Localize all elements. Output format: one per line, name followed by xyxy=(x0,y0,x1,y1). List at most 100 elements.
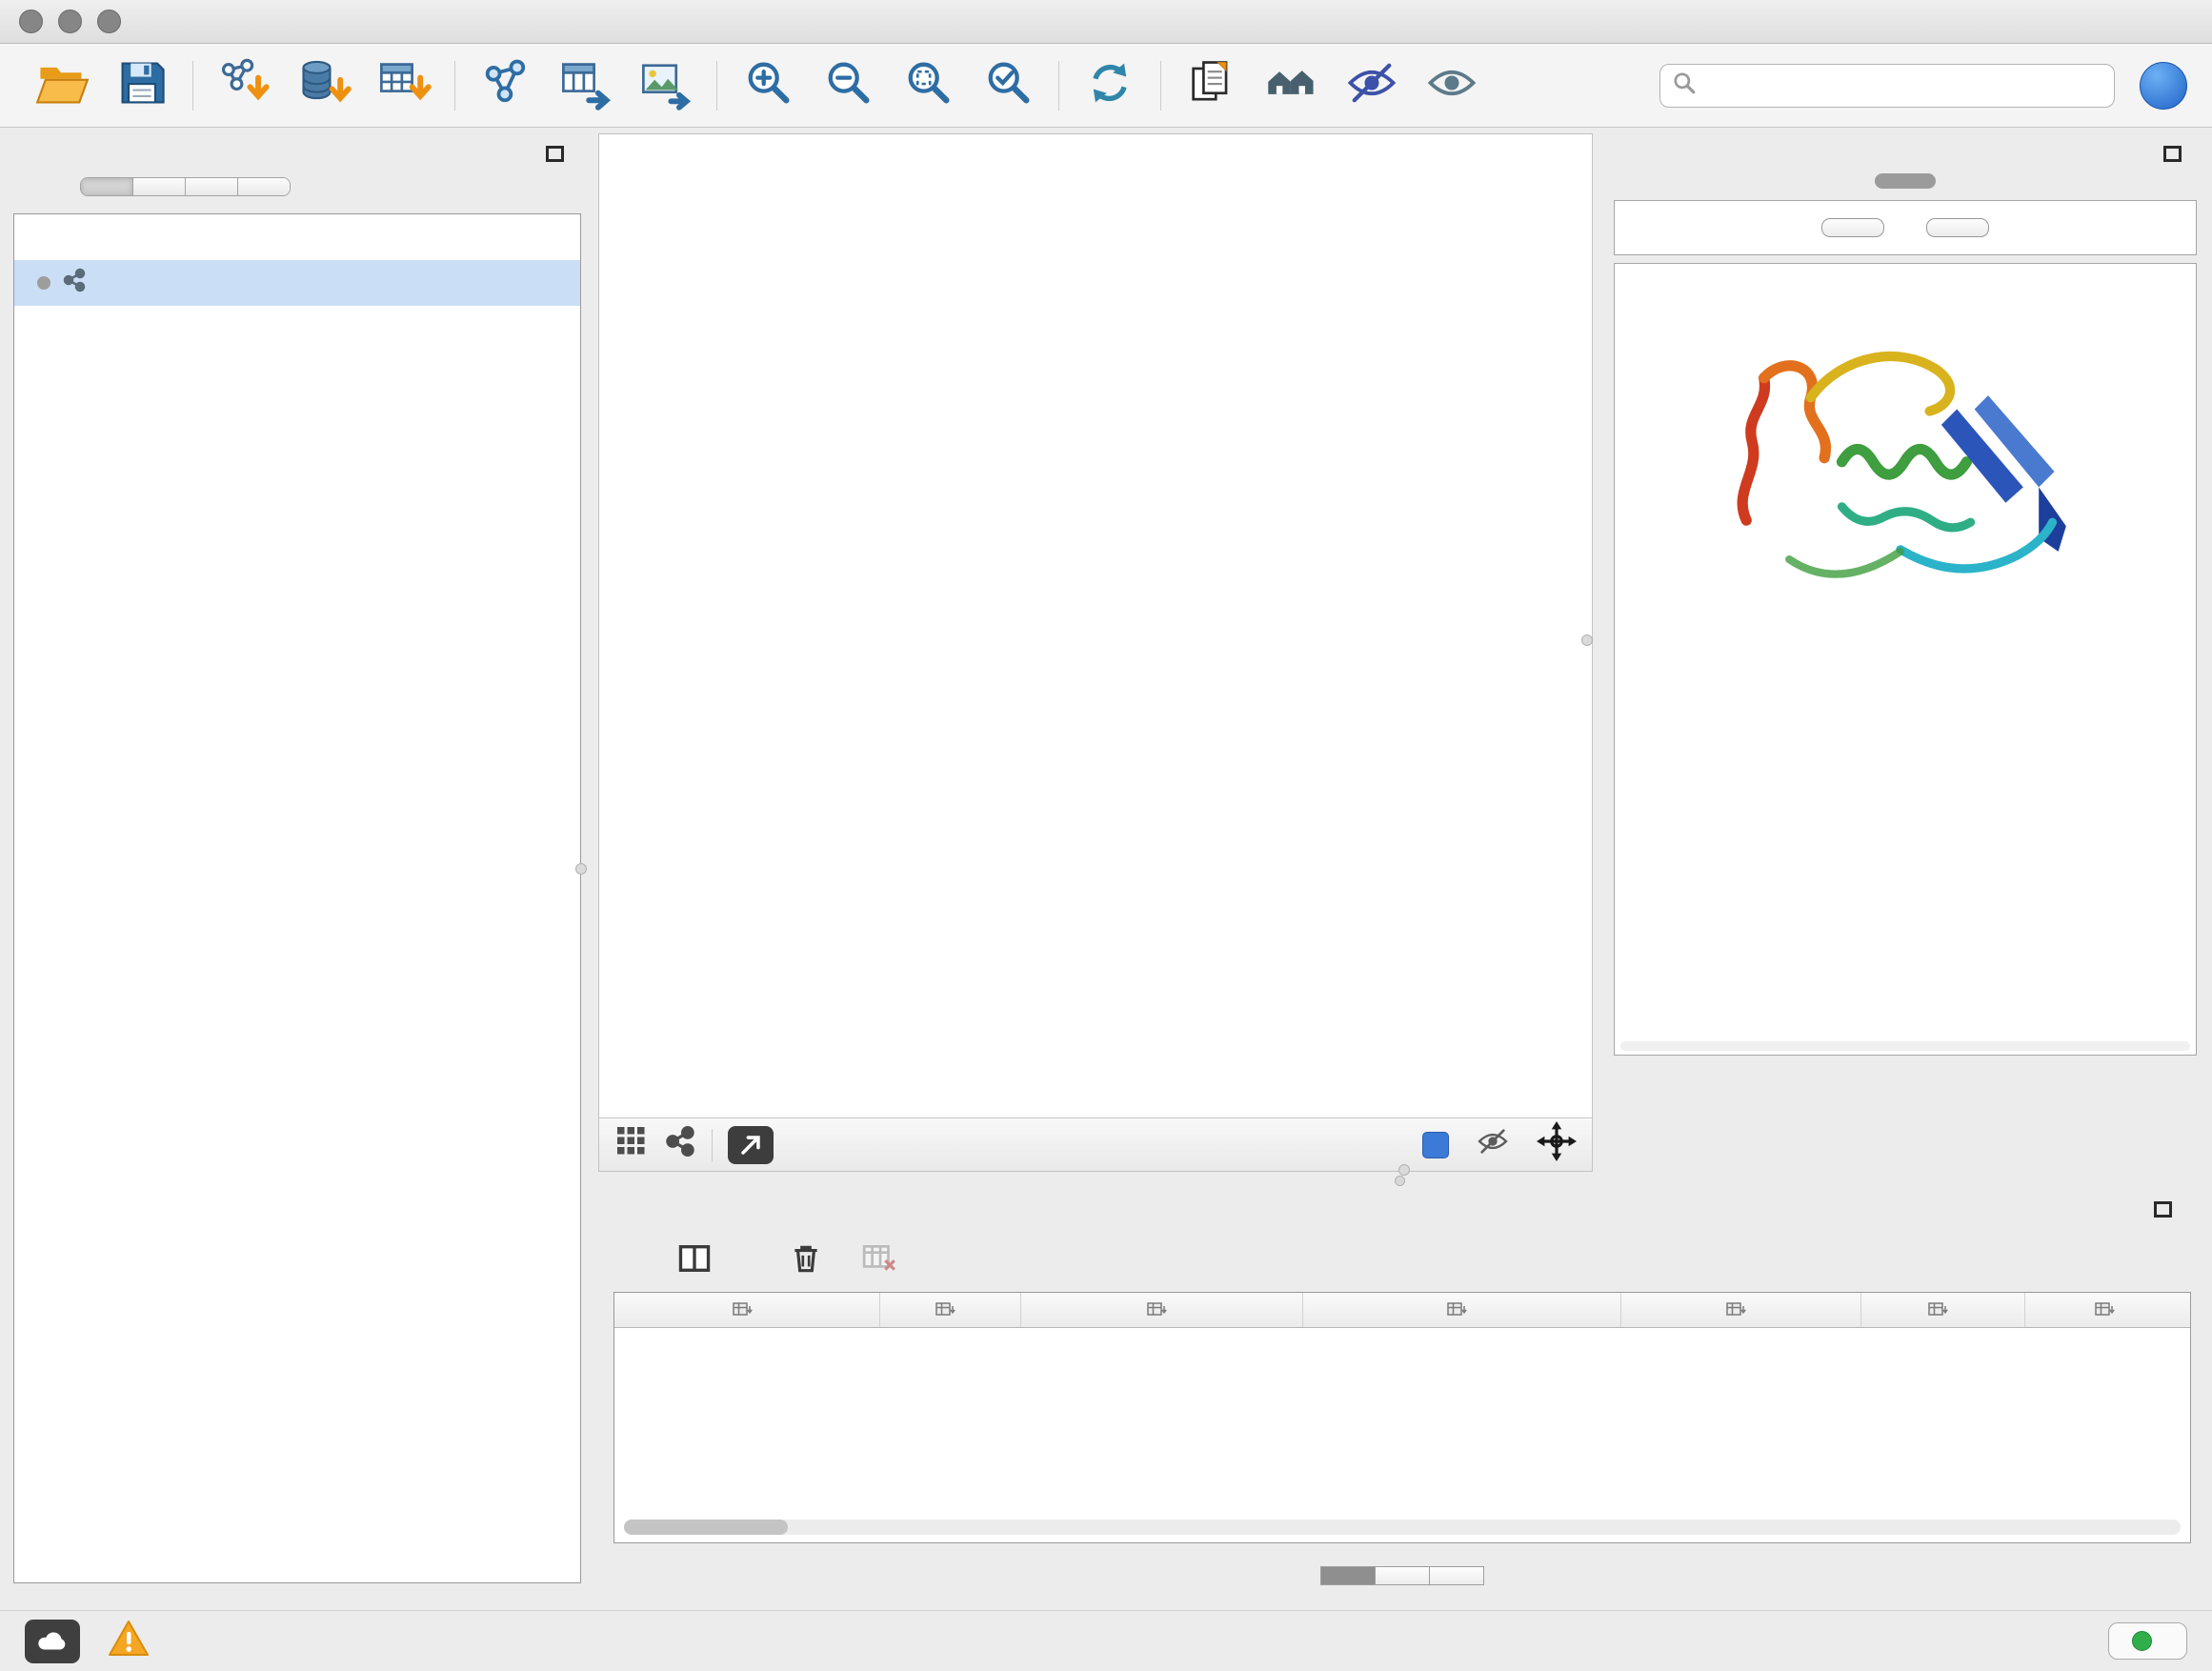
cell-database-identifier[interactable] xyxy=(1302,1328,1620,1348)
open-session-button[interactable] xyxy=(25,52,99,119)
table-panel-header xyxy=(613,1189,2191,1229)
network-selection-row xyxy=(11,204,583,211)
network-share-icon[interactable] xyxy=(664,1125,696,1164)
collapse-all-button[interactable] xyxy=(1926,218,1989,237)
network-row-selected[interactable] xyxy=(14,260,580,306)
table-toolbar xyxy=(613,1229,2191,1292)
cell-shared-name[interactable] xyxy=(614,1328,879,1348)
float-panel-icon[interactable] xyxy=(2163,146,2182,162)
import-network-from-database-button[interactable] xyxy=(287,52,361,119)
protein-structure-image xyxy=(1696,315,2115,633)
table-row[interactable] xyxy=(614,1328,2191,1348)
node-table xyxy=(613,1292,2191,1543)
crosslink-row xyxy=(1615,667,2196,680)
results-panel xyxy=(1610,133,2201,1172)
cell-canonical-name[interactable] xyxy=(1020,1328,1302,1348)
tab-network[interactable] xyxy=(81,178,133,195)
column-header[interactable] xyxy=(1860,1293,2024,1328)
export-image-button[interactable] xyxy=(629,52,703,119)
selected-checkbox-icon[interactable] xyxy=(1422,1132,1449,1158)
home-button[interactable] xyxy=(1255,52,1329,119)
open-in-window-button[interactable] xyxy=(728,1126,774,1164)
houses-icon xyxy=(1264,55,1319,115)
tab-string[interactable] xyxy=(1875,173,1936,189)
copy-documents-icon xyxy=(1184,55,1239,115)
close-window-button[interactable] xyxy=(19,10,43,33)
network-canvas[interactable] xyxy=(599,134,1592,1117)
table-header-row xyxy=(614,1293,2191,1328)
tab-edge-table[interactable] xyxy=(1376,1566,1430,1585)
toolbar-separator xyxy=(192,61,193,111)
expand-all-button[interactable] xyxy=(1821,218,1884,237)
export-table-button[interactable] xyxy=(549,52,623,119)
toolbar-separator xyxy=(716,61,717,111)
results-panel-header xyxy=(1610,133,2201,173)
bottom-splitter-handle[interactable] xyxy=(1398,1164,1410,1176)
string-app-icon xyxy=(62,268,87,299)
zoom-out-button[interactable] xyxy=(811,52,885,119)
import-network-icon xyxy=(216,55,271,115)
column-header[interactable] xyxy=(1020,1293,1302,1328)
zoom-selected-button[interactable] xyxy=(971,52,1045,119)
new-network-button[interactable] xyxy=(469,52,543,119)
pan-crosshair-icon[interactable] xyxy=(1537,1121,1577,1168)
tab-sets[interactable] xyxy=(238,178,290,195)
zoom-in-button[interactable] xyxy=(731,52,805,119)
search-input[interactable] xyxy=(1706,72,2102,99)
eye-slash-icon xyxy=(1344,55,1399,115)
delete-column-trash-icon[interactable] xyxy=(789,1241,823,1280)
cell-name[interactable] xyxy=(879,1328,1020,1348)
birdseye-view-icon[interactable] xyxy=(614,1124,649,1165)
left-splitter-handle[interactable] xyxy=(575,863,587,875)
protein-section-header[interactable] xyxy=(1615,264,2196,291)
table-export-icon xyxy=(558,55,613,115)
show-columns-icon[interactable] xyxy=(676,1240,713,1281)
crosslink-row xyxy=(1615,680,2196,694)
warning-button[interactable] xyxy=(107,1617,151,1665)
protein-section xyxy=(1614,263,2197,1056)
cell-id[interactable] xyxy=(1860,1328,2024,1348)
column-header[interactable] xyxy=(614,1293,879,1328)
toolbar-separator xyxy=(1058,61,1059,111)
zoom-in-icon xyxy=(740,55,795,115)
column-header[interactable] xyxy=(2024,1293,2191,1328)
tab-network-table[interactable] xyxy=(1430,1566,1484,1585)
float-panel-icon[interactable] xyxy=(2154,1201,2172,1218)
tab-style[interactable] xyxy=(133,178,186,195)
control-panel xyxy=(11,133,583,1583)
hide-selected-button[interactable] xyxy=(1335,52,1409,119)
minimize-window-button[interactable] xyxy=(58,10,82,33)
refresh-button[interactable] xyxy=(1073,52,1147,119)
save-session-button[interactable] xyxy=(105,52,179,119)
memory-status-icon xyxy=(2132,1631,2152,1651)
window-controls xyxy=(19,10,121,33)
column-header[interactable] xyxy=(879,1293,1020,1328)
copy-network-button[interactable] xyxy=(1175,52,1249,119)
crosslink-row xyxy=(1615,694,2196,707)
section-horizontal-scrollbar[interactable] xyxy=(1620,1041,2190,1051)
zoom-window-button[interactable] xyxy=(97,10,121,33)
memory-button[interactable] xyxy=(2108,1622,2187,1660)
cell-namespace[interactable] xyxy=(2024,1328,2191,1348)
column-header[interactable] xyxy=(1620,1293,1860,1328)
network-collection-row[interactable] xyxy=(14,214,580,260)
column-header[interactable] xyxy=(1302,1293,1620,1328)
network-view-toolbar xyxy=(599,1117,1592,1171)
tab-node-table[interactable] xyxy=(1320,1566,1376,1585)
control-panel-tabs xyxy=(80,177,291,196)
right-splitter-handle[interactable] xyxy=(1581,634,1593,646)
float-panel-icon[interactable] xyxy=(546,146,564,162)
cloud-button[interactable] xyxy=(25,1620,80,1663)
table-horizontal-scrollbar[interactable] xyxy=(624,1520,2181,1535)
show-all-button[interactable] xyxy=(1415,52,1489,119)
import-network-button[interactable] xyxy=(207,52,281,119)
refresh-icon xyxy=(1082,55,1137,115)
zoom-fit-button[interactable] xyxy=(891,52,965,119)
horizontal-splitter[interactable] xyxy=(598,1172,2201,1189)
tab-select[interactable] xyxy=(186,178,238,195)
scrollbar-thumb[interactable] xyxy=(624,1520,788,1535)
search-field[interactable] xyxy=(1659,64,2115,108)
help-button[interactable] xyxy=(2140,62,2187,110)
cell-description[interactable] xyxy=(1620,1328,1860,1348)
import-table-button[interactable] xyxy=(367,52,441,119)
